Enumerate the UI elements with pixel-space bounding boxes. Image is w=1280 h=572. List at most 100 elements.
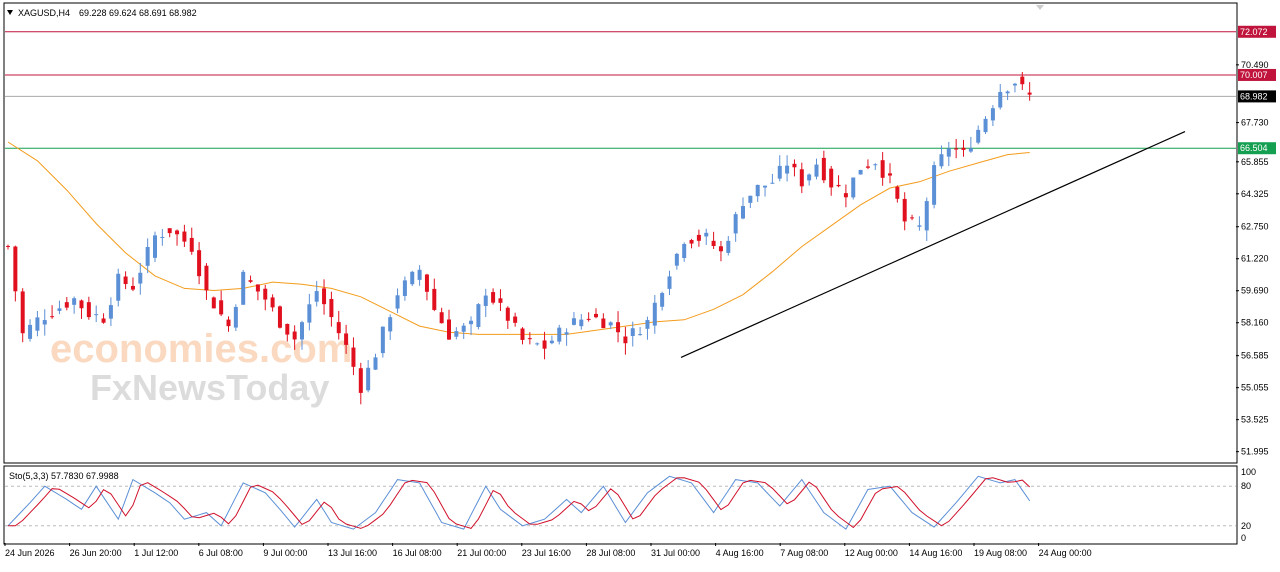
- candle-bull: [388, 317, 393, 332]
- candle-bear: [498, 298, 503, 303]
- candle-bull: [741, 206, 745, 219]
- candle-bull: [932, 165, 937, 205]
- stoch-level-label-upper: 80: [1241, 481, 1251, 491]
- candle-bull: [924, 201, 929, 231]
- candle-bear: [1027, 92, 1032, 95]
- candle-bull: [153, 235, 157, 258]
- time-tick-label: 7 Aug 08:00: [780, 548, 828, 558]
- candle-bear: [542, 340, 547, 349]
- candle-bull: [939, 154, 944, 167]
- candle-bull: [748, 195, 753, 203]
- level-label-resistance: 70.007: [1240, 70, 1268, 80]
- time-tick-label: 14 Aug 16:00: [909, 548, 962, 558]
- candle-bull: [373, 357, 378, 370]
- candle-bull: [858, 169, 863, 175]
- chart-canvas[interactable]: economies.com FxNewsToday 72.072 70.007 68…: [0, 0, 1280, 567]
- candle-bear: [211, 297, 216, 309]
- candle-bull: [579, 319, 584, 327]
- candle-bear: [902, 198, 907, 222]
- candle-bull: [483, 295, 488, 306]
- candle-bear: [358, 368, 363, 393]
- stoch-level-label-min: 0: [1241, 533, 1246, 543]
- candle-bull: [300, 322, 304, 340]
- candle-bull: [755, 184, 760, 197]
- candle-bear: [843, 193, 848, 198]
- candle-bull: [946, 148, 951, 157]
- candle-bear: [255, 284, 260, 292]
- time-tick-label: 4 Aug 16:00: [716, 548, 764, 558]
- level-label-resistance: 72.072: [1240, 27, 1268, 37]
- candle-bear: [130, 285, 135, 290]
- candle-bull: [28, 324, 33, 339]
- candle-bull: [307, 304, 312, 323]
- time-tick-label: 16 Jul 08:00: [393, 548, 442, 558]
- candle-bear: [175, 230, 180, 235]
- candle-bear: [888, 173, 892, 176]
- candle-bull: [704, 232, 709, 237]
- candle-bear: [880, 160, 885, 178]
- price-tick-label: 55.055: [1241, 383, 1269, 393]
- candle-bear: [954, 148, 959, 150]
- candle-bull: [417, 269, 422, 280]
- candle-bear: [432, 288, 437, 310]
- candle-bear: [270, 297, 275, 308]
- candle-bear: [263, 288, 268, 300]
- watermark-line1: economies.com: [50, 327, 352, 371]
- time-tick-label: 9 Jul 00:00: [263, 548, 307, 558]
- candle-bull: [785, 165, 790, 174]
- time-tick-label: 13 Jul 16:00: [328, 548, 377, 558]
- candle-bull: [777, 165, 782, 179]
- candle-bull: [380, 326, 385, 354]
- candle-bear: [204, 265, 209, 291]
- candle-bear: [101, 318, 106, 323]
- candle-bear: [601, 318, 606, 329]
- candle-bear: [226, 319, 231, 327]
- candle-bear: [322, 288, 327, 305]
- candle-bear: [447, 319, 451, 340]
- candle-bear: [439, 312, 444, 324]
- candle-bear: [491, 292, 496, 303]
- level-label-support: 66.504: [1240, 143, 1268, 153]
- stoch-level-label-lower: 20: [1241, 521, 1251, 531]
- candle-bull: [160, 236, 165, 238]
- candle-bear: [520, 328, 525, 340]
- candle-bear: [86, 302, 91, 318]
- candle-bull: [454, 331, 459, 337]
- candle-bull: [917, 225, 922, 227]
- candle-bear: [344, 333, 349, 345]
- time-tick-label: 19 Aug 08:00: [974, 548, 1027, 558]
- candle-bear: [792, 163, 797, 168]
- candle-bull: [660, 293, 665, 307]
- candle-bear: [189, 237, 194, 252]
- candle-bear: [711, 240, 716, 247]
- time-tick-label: 31 Jul 00:00: [651, 548, 700, 558]
- candle-bull: [138, 272, 143, 284]
- price-tick-label: 58.160: [1241, 318, 1269, 328]
- candle-bear: [505, 307, 510, 321]
- candle-bear: [167, 228, 172, 234]
- candle-bear: [594, 313, 598, 318]
- candle-bull: [990, 108, 995, 121]
- candle-bull: [968, 148, 973, 152]
- candle-bear: [285, 323, 290, 335]
- candle-bull: [402, 280, 407, 296]
- candle-bull: [314, 291, 319, 302]
- candle-bear: [616, 322, 621, 333]
- candle-bull: [108, 305, 113, 319]
- price-chart[interactable]: economies.com FxNewsToday 72.072 70.007 68…: [0, 0, 1280, 567]
- candle-bull: [476, 304, 481, 327]
- candle-bull: [674, 253, 679, 266]
- candle-bull: [233, 306, 238, 328]
- candle-bear: [836, 184, 841, 187]
- candle-bear: [718, 246, 723, 252]
- candle-bull: [976, 129, 981, 143]
- candle-bear: [50, 316, 55, 318]
- price-tick-label: 65.855: [1241, 157, 1269, 167]
- candle-bull: [564, 332, 569, 335]
- candle-bear: [895, 186, 900, 199]
- candle-bull: [807, 174, 812, 181]
- candle-bull: [733, 214, 738, 234]
- candle-bear: [513, 316, 518, 323]
- candle-bull: [35, 317, 40, 331]
- candle-bear: [292, 331, 297, 340]
